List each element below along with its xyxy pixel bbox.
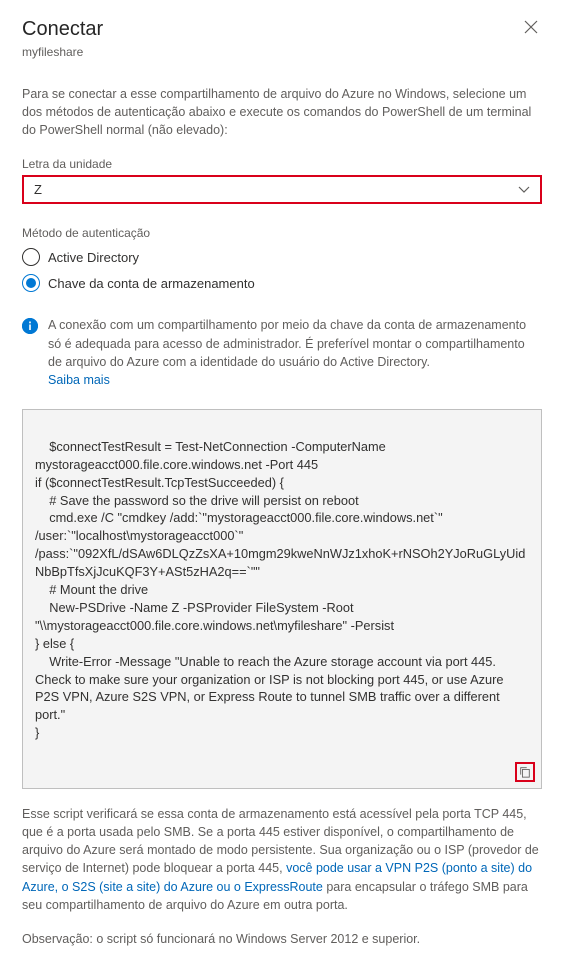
auth-option-key-label: Chave da conta de armazenamento bbox=[48, 276, 255, 291]
script-box: $connectTestResult = Test-NetConnection … bbox=[22, 409, 542, 789]
panel-subtitle: myfileshare bbox=[22, 45, 103, 59]
intro-text: Para se conectar a esse compartilhamento… bbox=[22, 85, 542, 139]
copy-icon bbox=[519, 766, 531, 778]
drive-label: Letra da unidade bbox=[22, 157, 542, 171]
learn-more-link[interactable]: Saiba mais bbox=[48, 373, 110, 387]
info-icon bbox=[22, 318, 38, 334]
panel-title: Conectar bbox=[22, 18, 103, 41]
auth-option-ad[interactable]: Active Directory bbox=[22, 248, 542, 266]
auth-option-key[interactable]: Chave da conta de armazenamento bbox=[22, 274, 542, 292]
drive-select[interactable]: Z bbox=[22, 175, 542, 204]
copy-button[interactable] bbox=[515, 762, 535, 782]
footer-paragraph: Esse script verificará se essa conta de … bbox=[22, 805, 542, 914]
auth-label: Método de autenticação bbox=[22, 226, 542, 240]
close-button[interactable] bbox=[520, 18, 542, 40]
script-content: $connectTestResult = Test-NetConnection … bbox=[35, 439, 525, 741]
footer-note: Observação: o script só funcionará no Wi… bbox=[22, 930, 542, 948]
auth-option-ad-label: Active Directory bbox=[48, 250, 139, 265]
radio-icon bbox=[22, 248, 40, 266]
drive-value: Z bbox=[34, 182, 42, 197]
radio-icon bbox=[22, 274, 40, 292]
chevron-down-icon bbox=[518, 183, 530, 197]
close-icon bbox=[524, 20, 538, 34]
